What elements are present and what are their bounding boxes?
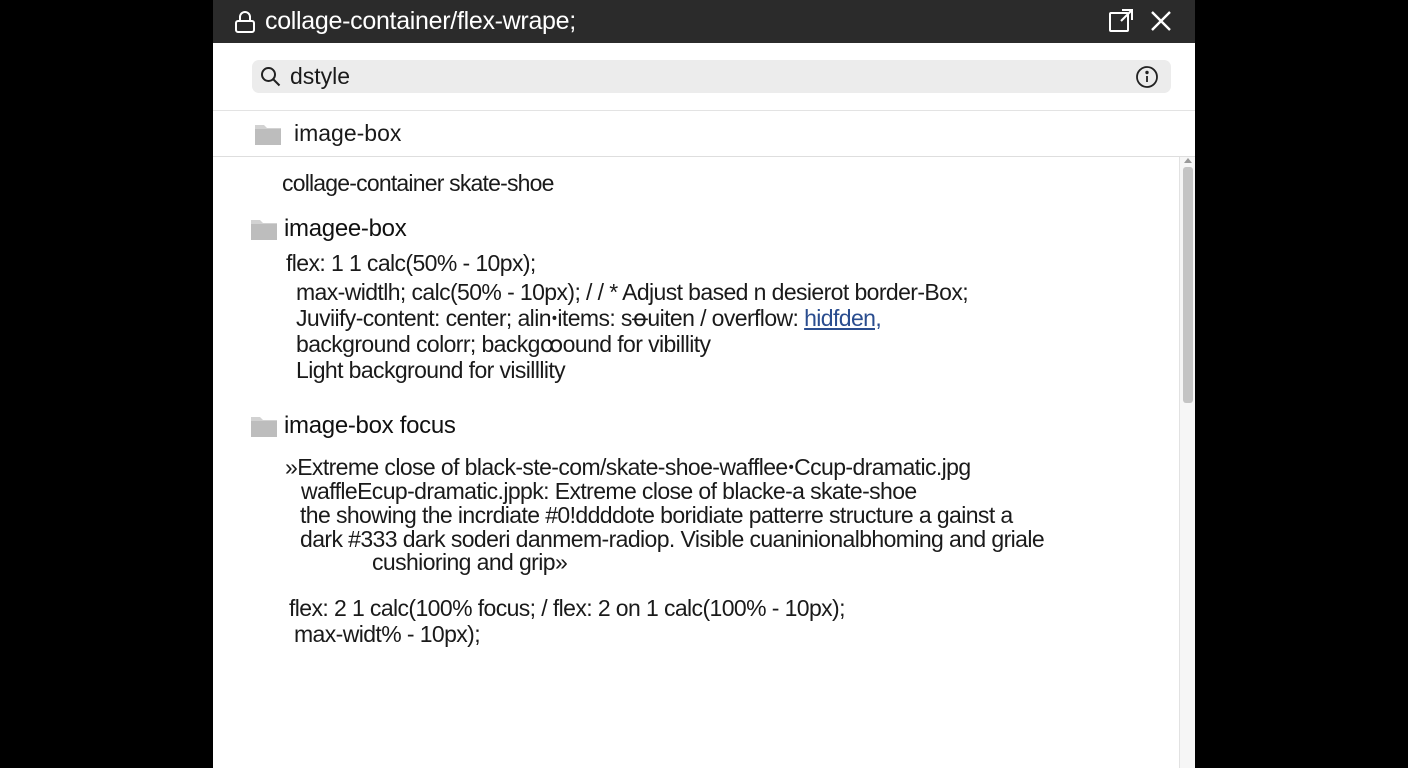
code-line: Light background for visilllity	[296, 357, 566, 383]
scrollbar-thumb[interactable]	[1183, 167, 1193, 403]
vertical-scrollbar[interactable]	[1179, 157, 1195, 768]
header-row[interactable]: image-box	[213, 111, 1195, 157]
code-line: flex: 1 1 calc(50% - 10px);	[286, 250, 536, 276]
search-area	[213, 43, 1195, 111]
section-title: imagee-box	[284, 215, 407, 242]
section-title: image-box focus	[284, 412, 456, 439]
selector-line: collage-container skate-shoe	[282, 170, 554, 196]
editor-window: collage-container/flex-wrape; dstyle ima…	[213, 0, 1195, 768]
code-line: waffleEcup-dramatic.jppk: Extreme close …	[301, 478, 917, 504]
title-bar: collage-container/flex-wrape;	[213, 0, 1195, 43]
code-line: Juviify-content: center; alinꞏitems: sꝋu…	[296, 305, 882, 331]
info-icon[interactable]	[1135, 65, 1159, 89]
folder-icon	[250, 414, 278, 438]
code-line: flex: 2 1 calc(100% focus; / flex: 2 on …	[289, 595, 846, 621]
hidden-link[interactable]: hidfden,	[804, 305, 882, 331]
header-label: image-box	[294, 120, 402, 146]
code-line: max-widt% - 10px);	[294, 621, 481, 647]
code-line: »Extreme close of black-ste-com/skate-sh…	[285, 454, 971, 480]
search-bar	[252, 60, 1171, 93]
code-line: the showing the incrdiate #0!ddddote bor…	[300, 502, 1013, 528]
close-icon[interactable]	[1147, 7, 1175, 35]
lock-icon	[233, 10, 257, 34]
popout-icon[interactable]	[1107, 7, 1135, 35]
code-line: cushioring and grip»	[372, 549, 568, 575]
scroll-up-arrow-icon[interactable]	[1184, 158, 1192, 163]
code-line: background colorr; backgꝏound for vibill…	[296, 331, 711, 357]
folder-icon	[254, 122, 282, 146]
search-input[interactable]	[290, 63, 1110, 90]
code-text: Juviify-content: center; alinꞏitems: sꝋu…	[296, 305, 805, 331]
code-line: max-widtlh; calc(50% - 10px); / / * Adju…	[296, 279, 969, 305]
code-content: collage-container skate-shoe imagee-box …	[213, 157, 1179, 768]
window-title: collage-container/flex-wrape;	[265, 7, 576, 35]
folder-icon	[250, 217, 278, 241]
search-icon	[260, 66, 281, 87]
